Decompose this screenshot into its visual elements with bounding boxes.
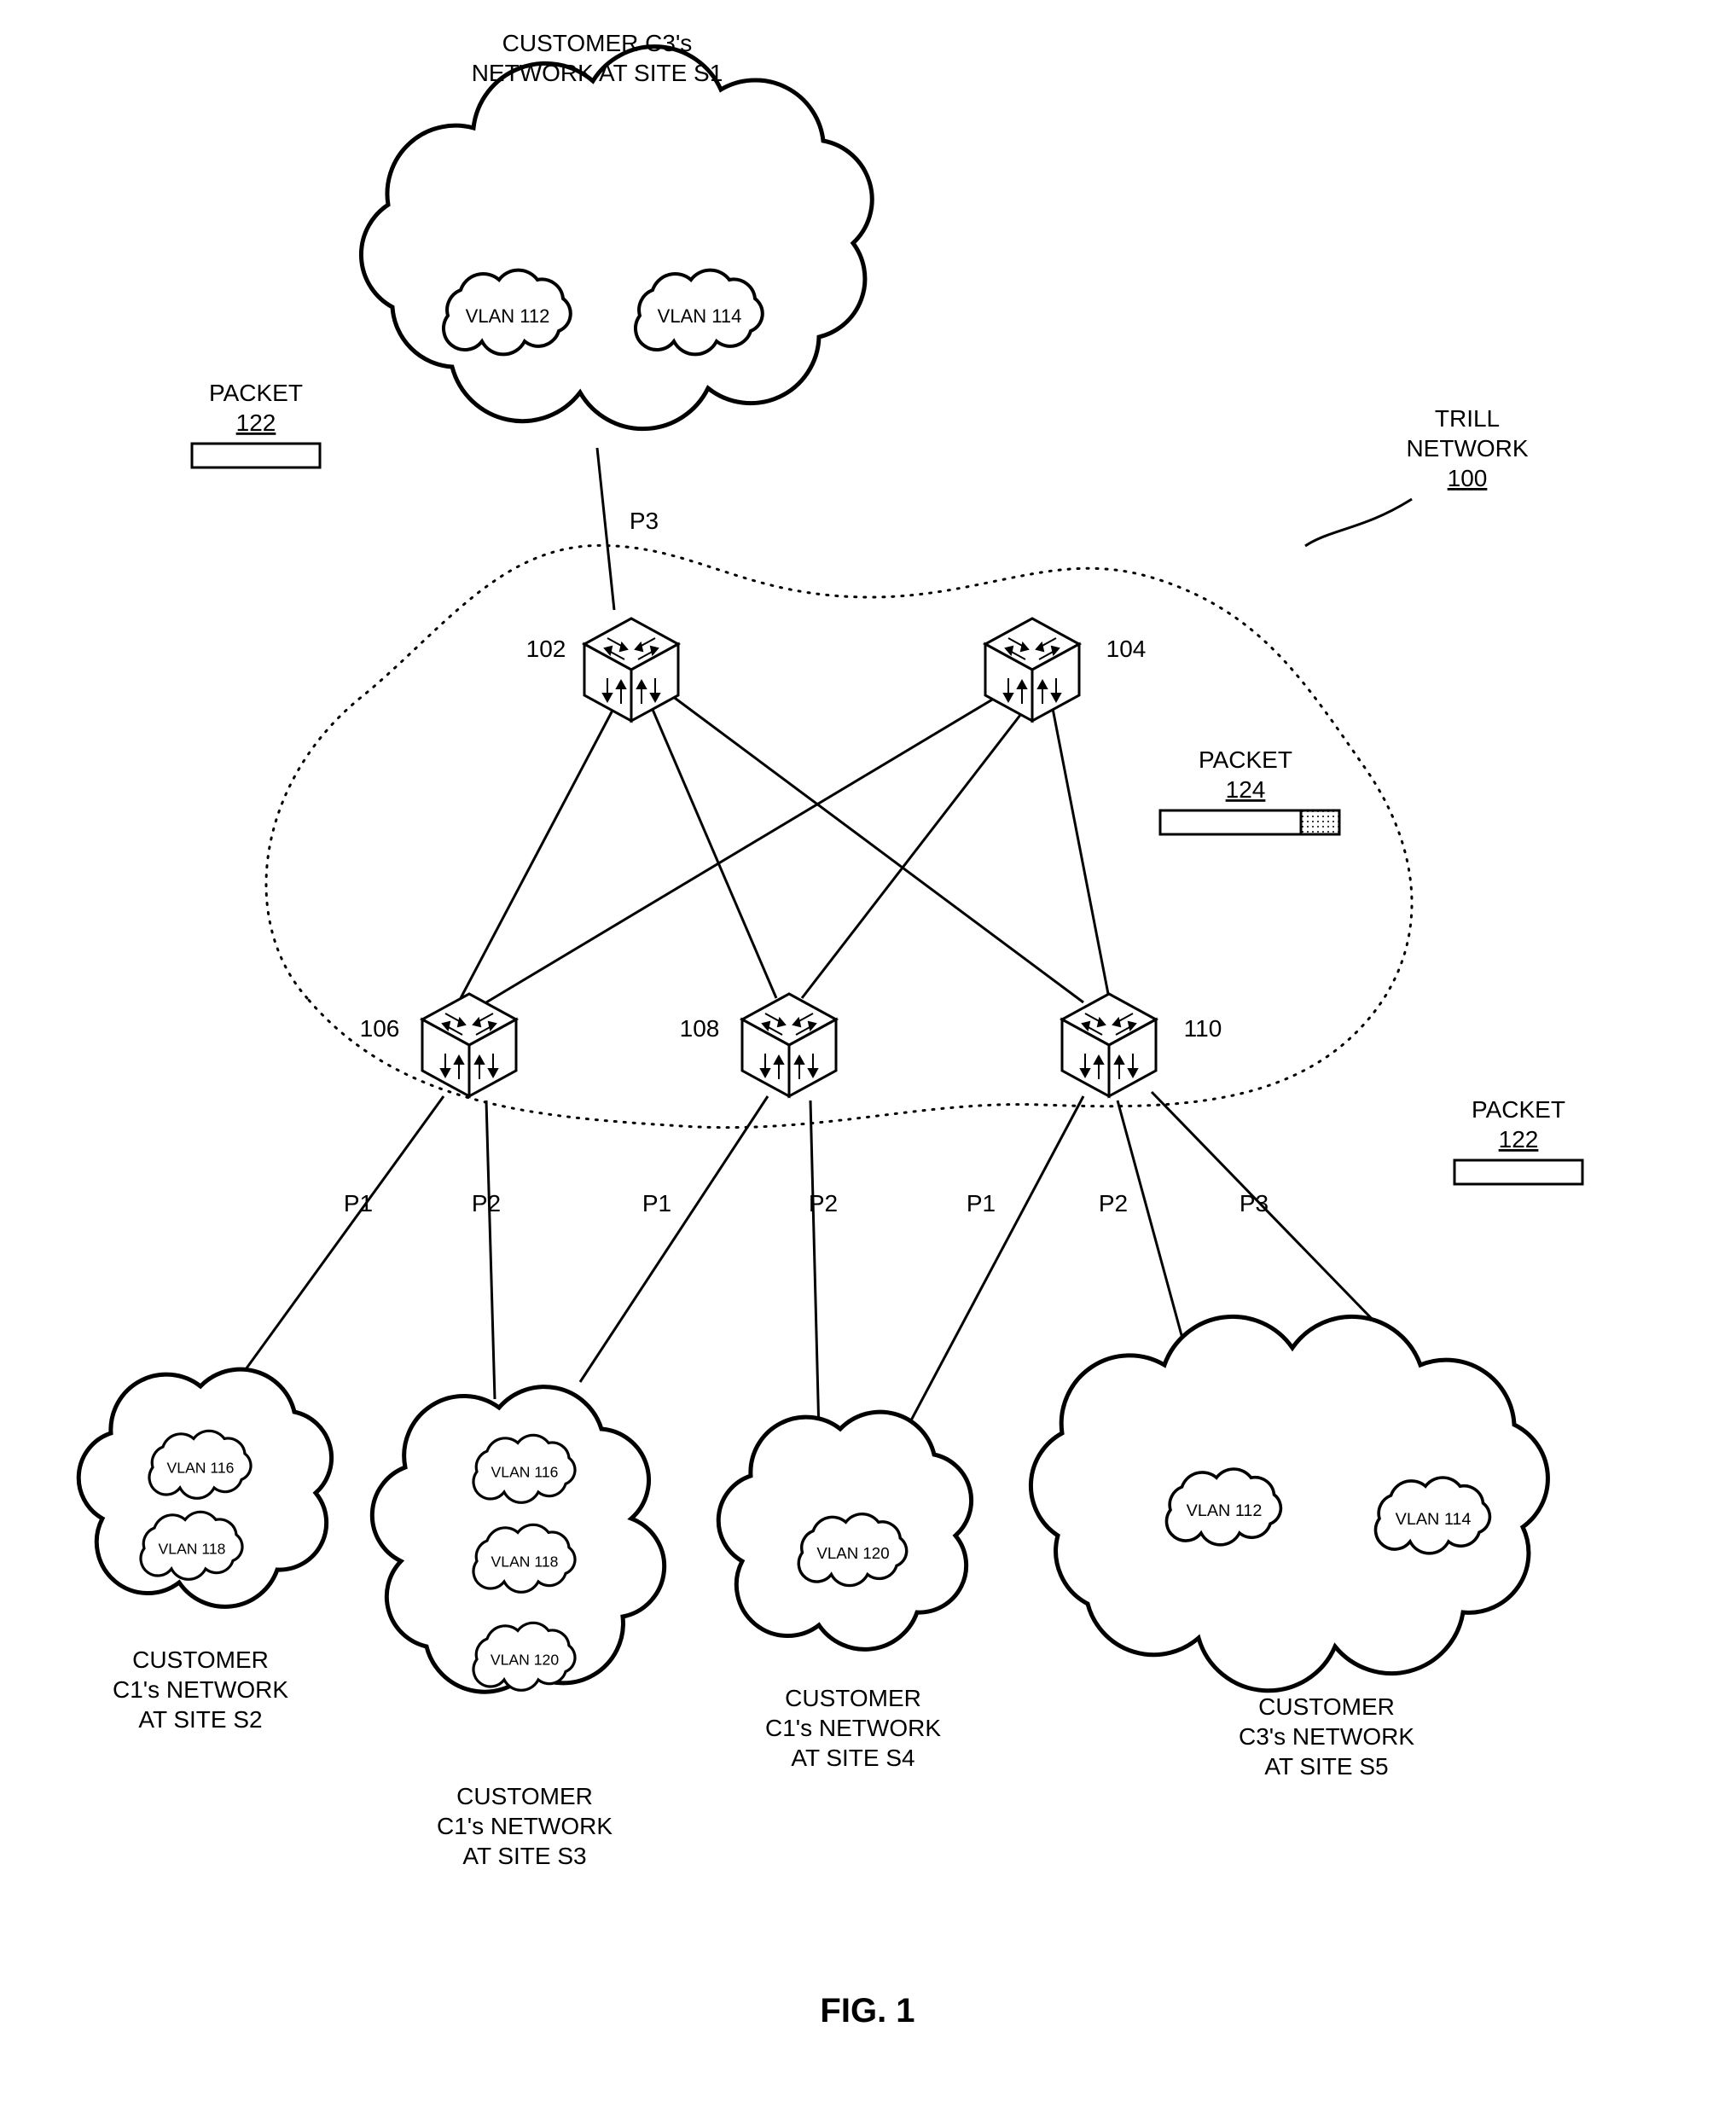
svg-text:P2: P2 xyxy=(809,1190,838,1217)
packet-124: PACKET 124 xyxy=(1160,746,1339,834)
svg-text:AT SITE S4: AT SITE S4 xyxy=(791,1745,914,1771)
svg-text:CUSTOMER: CUSTOMER xyxy=(785,1685,921,1711)
label-102: 102 xyxy=(526,636,566,662)
core-links xyxy=(461,691,1109,1002)
svg-text:100: 100 xyxy=(1448,465,1488,491)
port-p3-102: P3 xyxy=(630,508,659,534)
diagram-canvas: CUSTOMER C3's NETWORK AT SITE S1 VLAN 11… xyxy=(0,0,1736,2108)
label-108: 108 xyxy=(680,1015,720,1042)
svg-text:P1: P1 xyxy=(642,1190,671,1217)
svg-text:P1: P1 xyxy=(344,1190,373,1217)
cloud-c1-s4: VLAN 120 CUSTOMER C1's NETWORK AT SITE S… xyxy=(718,1412,971,1771)
router-106 xyxy=(422,994,516,1096)
vlan-120-s4: VLAN 120 xyxy=(816,1544,889,1562)
svg-text:PACKET: PACKET xyxy=(209,380,303,406)
cloud-c3-s5: VLAN 112 VLAN 114 CUSTOMER C3's NETWORK … xyxy=(1031,1316,1547,1780)
vlan-112-s1: VLAN 112 xyxy=(466,305,550,327)
packet-122-right: PACKET 122 xyxy=(1454,1096,1582,1184)
vlan-116-s2: VLAN 116 xyxy=(167,1459,235,1476)
svg-text:122: 122 xyxy=(1499,1126,1539,1153)
svg-text:AT SITE S5: AT SITE S5 xyxy=(1264,1753,1388,1780)
svg-text:PACKET: PACKET xyxy=(1199,746,1292,773)
label-104: 104 xyxy=(1106,636,1147,662)
vlan-112-s5: VLAN 112 xyxy=(1187,1501,1263,1520)
label-106: 106 xyxy=(360,1015,400,1042)
svg-text:C3's NETWORK: C3's NETWORK xyxy=(1239,1723,1414,1750)
svg-text:P1: P1 xyxy=(967,1190,996,1217)
svg-text:P3: P3 xyxy=(1240,1190,1269,1217)
svg-text:PACKET: PACKET xyxy=(1472,1096,1565,1123)
vlan-118-s3: VLAN 118 xyxy=(491,1553,559,1570)
cloud-c1-s2: VLAN 116 VLAN 118 CUSTOMER C1's NETWORK … xyxy=(78,1369,331,1733)
title-line1: CUSTOMER C3's xyxy=(502,30,693,56)
svg-text:TRILL: TRILL xyxy=(1435,405,1500,432)
label-110: 110 xyxy=(1184,1015,1222,1042)
svg-text:122: 122 xyxy=(236,409,276,436)
vlan-118-s2: VLAN 118 xyxy=(159,1540,226,1557)
svg-text:C1's NETWORK: C1's NETWORK xyxy=(437,1813,613,1839)
packet-122-upper: PACKET 122 xyxy=(192,380,320,467)
svg-text:124: 124 xyxy=(1226,776,1266,803)
svg-text:CUSTOMER: CUSTOMER xyxy=(456,1783,593,1809)
svg-text:AT SITE S2: AT SITE S2 xyxy=(138,1706,262,1733)
router-110 xyxy=(1062,994,1156,1096)
router-102 xyxy=(584,618,678,721)
svg-text:NETWORK: NETWORK xyxy=(1406,435,1528,462)
vlan-120-s3: VLAN 120 xyxy=(491,1651,559,1668)
svg-text:CUSTOMER: CUSTOMER xyxy=(132,1646,269,1673)
svg-text:C1's NETWORK: C1's NETWORK xyxy=(113,1676,288,1703)
link-s1-102 xyxy=(597,448,614,610)
trill-network-label: TRILL NETWORK 100 xyxy=(1305,405,1529,546)
port-labels: P1 P2 P1 P2 P1 P2 P3 xyxy=(344,1190,1269,1217)
cloud-c1-s3: VLAN 116 VLAN 118 VLAN 120 CUSTOMER C1's… xyxy=(372,1387,664,1869)
svg-text:P2: P2 xyxy=(1099,1190,1128,1217)
vlan-114-s5: VLAN 114 xyxy=(1396,1510,1472,1529)
svg-text:C1's NETWORK: C1's NETWORK xyxy=(765,1715,941,1741)
svg-text:P2: P2 xyxy=(472,1190,501,1217)
cloud-c3-s1: CUSTOMER C3's NETWORK AT SITE S1 VLAN 11… xyxy=(361,30,872,429)
svg-text:AT SITE S3: AT SITE S3 xyxy=(462,1843,586,1869)
router-108 xyxy=(742,994,836,1096)
svg-text:CUSTOMER: CUSTOMER xyxy=(1258,1693,1395,1720)
title-line2: NETWORK AT SITE S1 xyxy=(472,60,723,86)
figure-caption: FIG. 1 xyxy=(820,1992,914,2030)
vlan-114-s1: VLAN 114 xyxy=(658,305,742,327)
vlan-116-s3: VLAN 116 xyxy=(491,1463,559,1480)
router-104 xyxy=(985,618,1079,721)
